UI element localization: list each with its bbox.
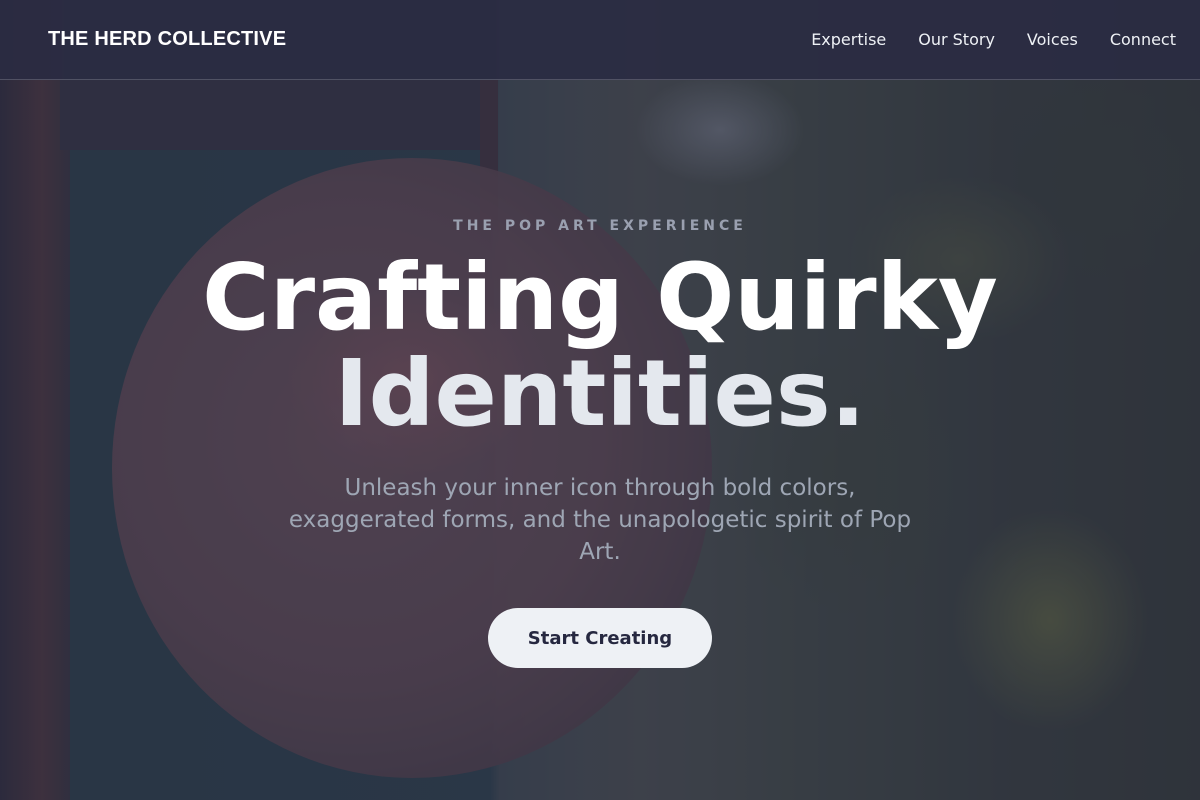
hero-subtitle: Unleash your inner icon through bold col… (288, 475, 912, 565)
hero-headline-line-1: Crafting Quirky (202, 244, 998, 351)
main-nav: Expertise Our Story Voices Connect (811, 30, 1176, 49)
nav-link-voices[interactable]: Voices (1027, 30, 1078, 49)
hero-headline-line-2: Identities. (334, 340, 866, 447)
brand-logo-text[interactable]: THE HERD COLLECTIVE (48, 28, 286, 51)
nav-link-connect[interactable]: Connect (1110, 30, 1176, 49)
hero-eyebrow: THE POP ART EXPERIENCE (453, 218, 747, 234)
nav-link-our-story[interactable]: Our Story (918, 30, 995, 49)
hero-section: THE POP ART EXPERIENCE Crafting Quirky I… (0, 80, 1200, 800)
nav-link-expertise[interactable]: Expertise (811, 30, 886, 49)
site-header: THE HERD COLLECTIVE Expertise Our Story … (0, 0, 1200, 80)
start-creating-button[interactable]: Start Creating (488, 608, 712, 668)
hero-headline: Crafting Quirky Identities. (150, 250, 1050, 442)
